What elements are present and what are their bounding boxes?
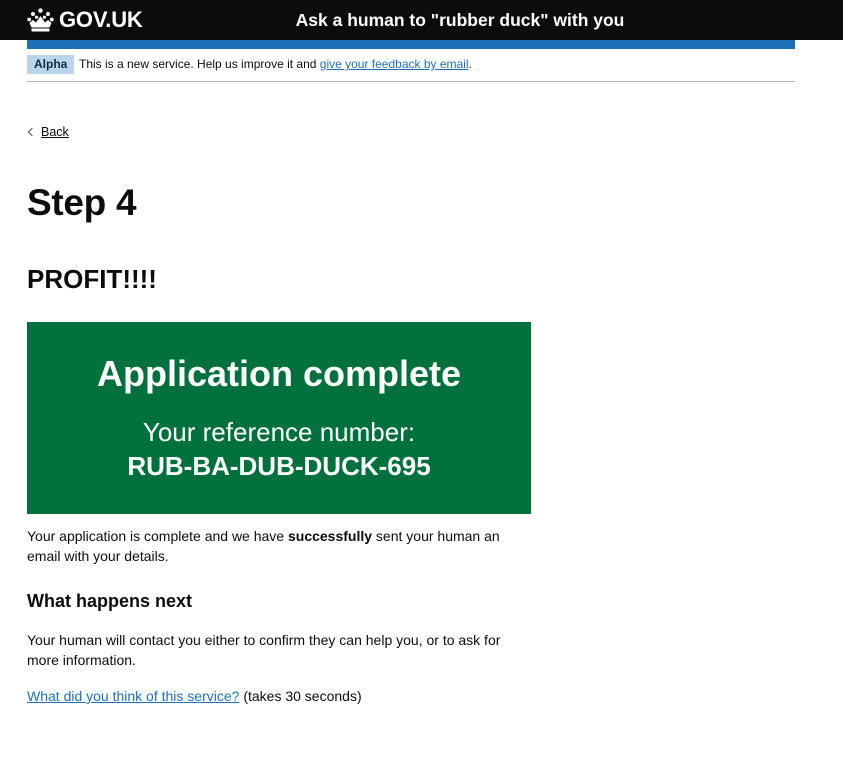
site-header: GOV.UK Ask a human to "rubber duck" with… [0,0,843,40]
phase-banner: Alpha This is a new service. Help us imp… [27,55,795,82]
confirmation-text-bold: successfully [287,528,373,544]
confirmation-panel: Application complete Your reference numb… [27,322,531,514]
feedback-suffix: (takes 30 seconds) [239,688,362,704]
confirmation-text: Your application is complete and we have… [27,526,531,566]
service-name[interactable]: Ask a human to "rubber duck" with you [0,0,843,40]
back-link[interactable]: Back [27,125,69,139]
chevron-left-icon [27,127,37,137]
reference-label: Your reference number: [142,417,416,447]
confirmation-text-before: Your application is complete and we have [27,528,288,544]
page-title: Step 4 [27,182,137,223]
next-steps-heading: What happens next [27,591,193,611]
phase-text-before: This is a new service. Help us improve i… [79,57,320,71]
next-steps-text: Your human will contact you either to co… [27,632,501,668]
feedback-email-link[interactable]: give your feedback by email [320,57,469,71]
reference-number: RUB-BA-DUB-DUCK-695 [127,451,431,481]
page-subtitle: PROFIT!!!! [27,264,157,294]
phase-tag: Alpha [27,55,75,74]
panel-title: Application complete [96,353,462,394]
phase-banner-text: This is a new service. Help us improve i… [79,55,472,74]
phase-text-after: . [468,57,472,71]
feedback-survey-link[interactable]: What did you think of this service? [27,688,239,704]
feedback-line: What did you think of this service? (tak… [27,686,362,706]
back-link-label: Back [41,125,69,139]
header-underline-bar [27,40,795,49]
